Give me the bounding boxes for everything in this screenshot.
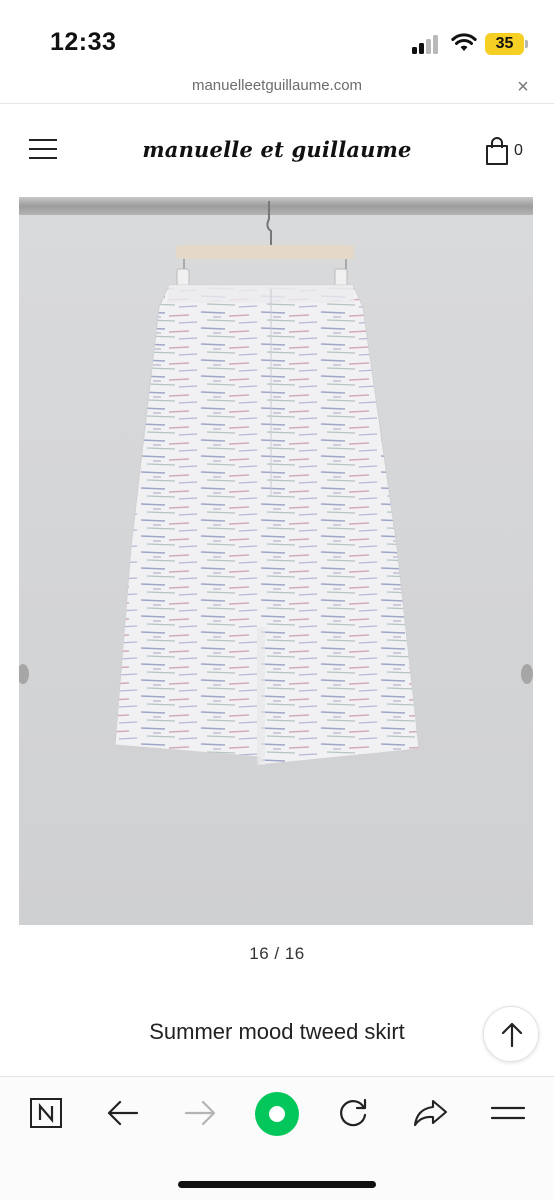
status-time: 12:33 bbox=[50, 28, 117, 56]
green-dot-button[interactable] bbox=[254, 1091, 300, 1137]
menu-icon bbox=[490, 1106, 526, 1120]
brand-logo[interactable]: manuelle et guillaume bbox=[0, 137, 554, 162]
cart-button[interactable]: 0 bbox=[484, 134, 530, 168]
battery-tip bbox=[525, 40, 528, 48]
back-arrow-icon bbox=[107, 1100, 139, 1126]
refresh-icon bbox=[340, 1098, 367, 1127]
menu-button[interactable] bbox=[490, 1095, 530, 1135]
green-dot-icon bbox=[255, 1092, 299, 1136]
wifi-icon bbox=[451, 33, 477, 51]
image-counter: 16 / 16 bbox=[249, 944, 305, 963]
share-icon bbox=[413, 1099, 448, 1127]
forward-button[interactable] bbox=[181, 1095, 221, 1135]
status-bar: 12:33 35 bbox=[0, 0, 554, 68]
forward-arrow-icon bbox=[184, 1100, 216, 1126]
back-button[interactable] bbox=[104, 1095, 144, 1135]
arrow-up-icon bbox=[501, 1022, 523, 1048]
share-button[interactable] bbox=[411, 1095, 451, 1135]
home-indicator[interactable] bbox=[178, 1181, 376, 1188]
scroll-to-top-button[interactable] bbox=[483, 1006, 539, 1062]
naver-home-button[interactable] bbox=[28, 1095, 68, 1135]
url-bar[interactable]: manuelleetguillaume.com × bbox=[0, 68, 554, 104]
naver-home-icon bbox=[30, 1098, 62, 1128]
battery-icon: 35 bbox=[485, 33, 524, 55]
url-text[interactable]: manuelleetguillaume.com bbox=[0, 77, 554, 94]
refresh-button[interactable] bbox=[335, 1095, 375, 1135]
cellular-signal-icon bbox=[412, 34, 442, 54]
close-icon[interactable]: × bbox=[510, 74, 536, 100]
product-title: Summer mood tweed skirt bbox=[149, 1019, 405, 1044]
cart-count: 0 bbox=[514, 142, 523, 159]
shopping-bag-icon bbox=[486, 137, 508, 165]
skirt-photo bbox=[19, 197, 533, 925]
product-image[interactable] bbox=[19, 197, 533, 925]
site-header: manuelle et guillaume 0 bbox=[0, 104, 554, 196]
